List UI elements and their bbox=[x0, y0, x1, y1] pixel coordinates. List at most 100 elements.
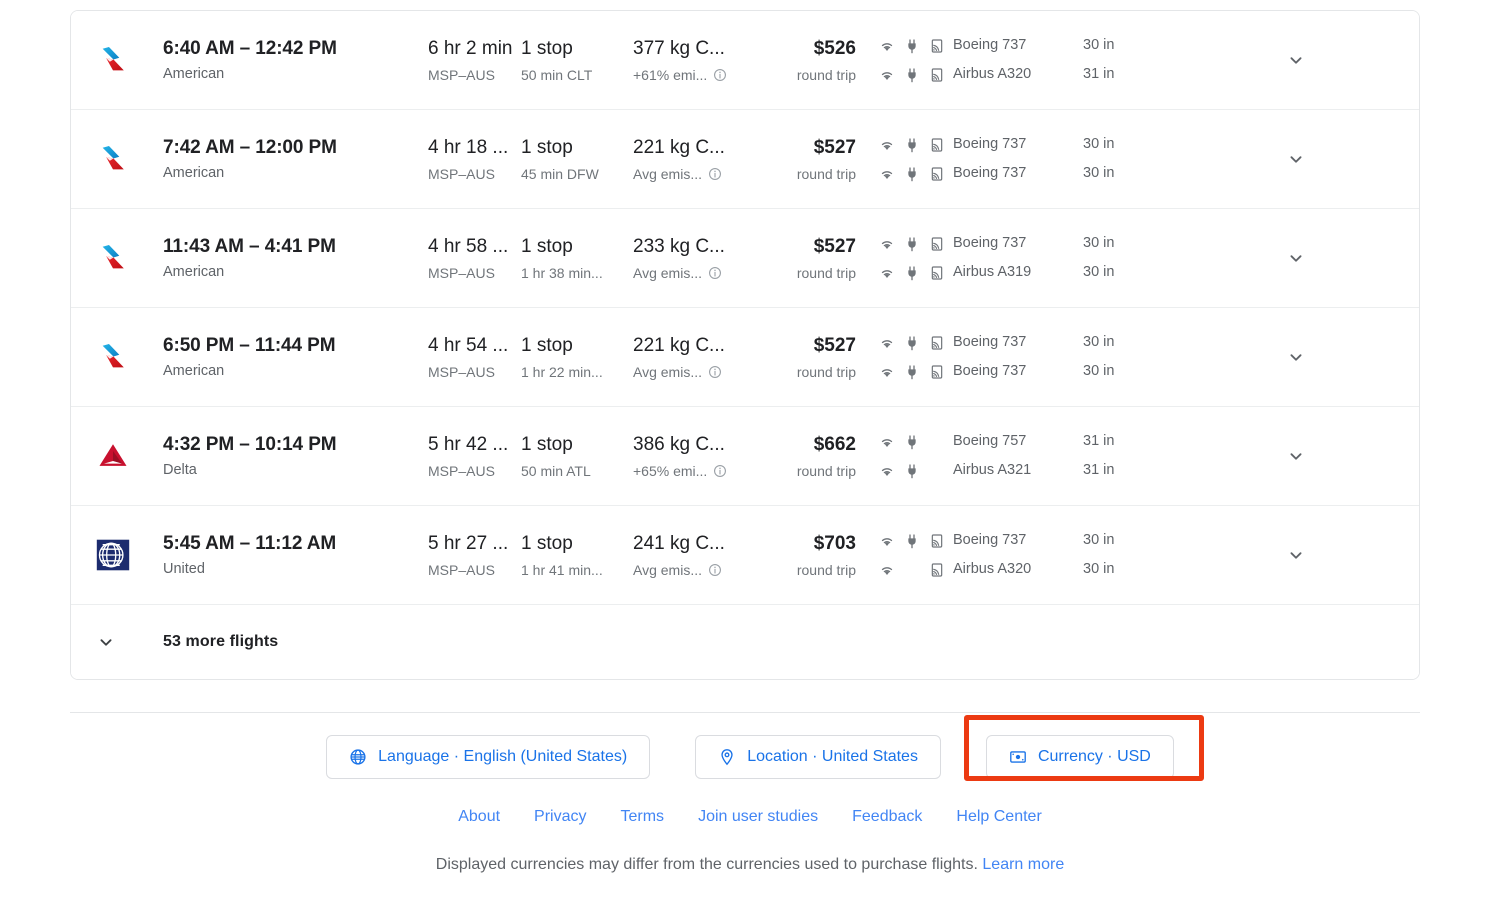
footer-link[interactable]: Feedback bbox=[852, 808, 922, 826]
footer-link[interactable]: Help Center bbox=[956, 808, 1041, 826]
legroom-cell: 30 in30 in bbox=[1083, 526, 1173, 584]
footer-chip-button[interactable]: Location · United States bbox=[695, 735, 941, 779]
footer-link[interactable]: About bbox=[458, 808, 500, 826]
stop-count: 1 stop bbox=[521, 532, 633, 556]
emissions-note-wrap: Avg emis... bbox=[633, 363, 748, 381]
emissions-value: 233 kg C... bbox=[633, 235, 748, 259]
legroom-cell: 30 in30 in bbox=[1083, 229, 1173, 287]
layover-info: 1 hr 22 min... bbox=[521, 363, 633, 381]
amenities-cell bbox=[861, 328, 953, 386]
learn-more-link[interactable]: Learn more bbox=[982, 856, 1064, 873]
expand-flight-details-button[interactable] bbox=[1173, 445, 1419, 467]
flight-duration: 4 hr 18 ... bbox=[428, 136, 521, 160]
airline-name: American bbox=[163, 263, 428, 281]
chevron-down-icon bbox=[1285, 49, 1307, 71]
flight-result-row[interactable]: 7:42 AM – 12:00 PMAmerican4 hr 18 ... MSP… bbox=[71, 110, 1419, 209]
power-outlet-icon bbox=[904, 236, 920, 252]
info-icon[interactable] bbox=[708, 167, 722, 181]
footer-link[interactable]: Terms bbox=[621, 808, 665, 826]
emissions-note-wrap: +61% emi... bbox=[633, 66, 748, 84]
airline-logo-cell bbox=[95, 537, 163, 573]
airline-name: American bbox=[163, 65, 428, 83]
expand-flight-details-button[interactable] bbox=[1173, 247, 1419, 269]
wifi-icon bbox=[879, 166, 895, 182]
delta-logo bbox=[95, 438, 131, 474]
footer-chip-button[interactable]: Currency · USD bbox=[986, 735, 1174, 779]
flight-time-cell: 7:42 AM – 12:00 PMAmerican bbox=[163, 136, 428, 182]
expand-flight-details-button[interactable] bbox=[1173, 346, 1419, 368]
wifi-icon bbox=[879, 137, 895, 153]
duration-block: 4 hr 18 ... MSP–AUS bbox=[428, 136, 521, 183]
amenities-cell bbox=[861, 427, 953, 485]
stops-block: 1 stop 1 hr 22 min... bbox=[521, 334, 633, 381]
duration-block: 5 hr 42 ...MSP–AUS bbox=[428, 433, 521, 480]
chevron-down-icon bbox=[1285, 544, 1307, 566]
aircraft-model: Boeing 737 bbox=[953, 159, 1083, 188]
flight-result-row[interactable]: 4:32 PM – 10:14 PMDelta5 hr 42 ...MSP–AU… bbox=[71, 407, 1419, 506]
amenities-leg-line bbox=[879, 130, 953, 159]
wifi-icon bbox=[879, 236, 895, 252]
layover-info: 45 min DFW bbox=[521, 165, 633, 183]
aircraft-cell: Boeing 757Airbus A321 bbox=[953, 427, 1083, 485]
stop-count: 1 stop bbox=[521, 433, 633, 457]
flight-route: MSP–AUS bbox=[428, 66, 521, 84]
flight-price: $527 bbox=[748, 136, 856, 160]
aircraft-model: Boeing 757 bbox=[953, 427, 1083, 456]
flight-times: 11:43 AM – 4:41 PM bbox=[163, 235, 428, 259]
expand-flight-details-button[interactable] bbox=[1173, 148, 1419, 170]
stop-count: 1 stop bbox=[521, 334, 633, 358]
disclaimer-text: Displayed currencies may differ from the… bbox=[436, 856, 978, 873]
footer-link[interactable]: Privacy bbox=[534, 808, 586, 826]
flight-times: 6:40 AM – 12:42 PM bbox=[163, 37, 428, 61]
flight-results-page: 6:40 AM – 12:42 PMAmerican6 hr 2 minMSP–… bbox=[0, 0, 1500, 898]
aircraft-model: Airbus A319 bbox=[953, 258, 1083, 287]
price-trip-type: round trip bbox=[748, 165, 856, 183]
airline-logo-cell bbox=[95, 339, 163, 375]
emissions-note-wrap: Avg emis... bbox=[633, 165, 748, 183]
flight-result-row[interactable]: 11:43 AM – 4:41 PMAmerican4 hr 58 ...MSP… bbox=[71, 209, 1419, 308]
price-cell: $527round trip bbox=[748, 235, 861, 282]
expand-flight-details-button[interactable] bbox=[1173, 544, 1419, 566]
amenities-cell bbox=[861, 526, 953, 584]
info-icon[interactable] bbox=[708, 266, 722, 280]
footer-link[interactable]: Join user studies bbox=[698, 808, 818, 826]
flight-price: $527 bbox=[748, 334, 856, 358]
duration-stops-cell: 4 hr 18 ...MSP–AUS1 stop45 min DFW bbox=[428, 136, 633, 183]
flight-times: 6:50 PM – 11:44 PM bbox=[163, 334, 428, 358]
stream-media-icon bbox=[929, 364, 945, 380]
amenities-leg-line bbox=[879, 357, 953, 386]
flight-result-row[interactable]: 5:45 AM – 11:12 AMUnited5 hr 27 ...MSP–A… bbox=[71, 506, 1419, 605]
info-icon[interactable] bbox=[713, 464, 727, 478]
price-cell: $527 round trip bbox=[748, 136, 861, 183]
flight-result-row[interactable]: 6:40 AM – 12:42 PMAmerican6 hr 2 minMSP–… bbox=[71, 11, 1419, 110]
info-icon[interactable] bbox=[708, 563, 722, 577]
wifi-icon bbox=[879, 38, 895, 54]
info-icon[interactable] bbox=[713, 68, 727, 82]
stop-count: 1 stop bbox=[521, 37, 633, 61]
flight-time-cell: 5:45 AM – 11:12 AMUnited bbox=[163, 532, 428, 578]
expand-flight-details-button[interactable] bbox=[1173, 49, 1419, 71]
emissions-cell: 233 kg C...Avg emis... bbox=[633, 235, 748, 282]
flight-route: MSP–AUS bbox=[428, 165, 521, 183]
price-trip-type: round trip bbox=[748, 66, 856, 84]
flight-result-row[interactable]: 6:50 PM – 11:44 PMAmerican4 hr 54 ...MSP… bbox=[71, 308, 1419, 407]
legroom-cell: 30 in30 in bbox=[1083, 130, 1173, 188]
aircraft-model: Airbus A321 bbox=[953, 456, 1083, 485]
flight-duration: 4 hr 54 ... bbox=[428, 334, 521, 358]
aircraft-cell: Boeing 737Airbus A320 bbox=[953, 526, 1083, 584]
amenities-leg-line bbox=[879, 159, 953, 188]
amenities-leg-line bbox=[879, 328, 953, 357]
power-outlet-icon bbox=[904, 265, 920, 281]
price-cell: $526round trip bbox=[748, 37, 861, 84]
more-flights-row[interactable]: 53 more flights bbox=[71, 605, 1419, 679]
footer-chip-button[interactable]: Language · English (United States) bbox=[326, 735, 650, 779]
power-outlet-icon bbox=[904, 434, 920, 450]
stops-block: 1 stop1 hr 38 min... bbox=[521, 235, 633, 282]
amenities-leg-line bbox=[879, 258, 953, 287]
amenities-leg-line bbox=[879, 31, 953, 60]
info-icon[interactable] bbox=[708, 365, 722, 379]
emissions-value: 241 kg C... bbox=[633, 532, 748, 556]
emissions-note-wrap: Avg emis... bbox=[633, 561, 748, 579]
footer-chip-label: Language · English (United States) bbox=[378, 748, 627, 766]
emissions-note: Avg emis... bbox=[633, 561, 702, 579]
